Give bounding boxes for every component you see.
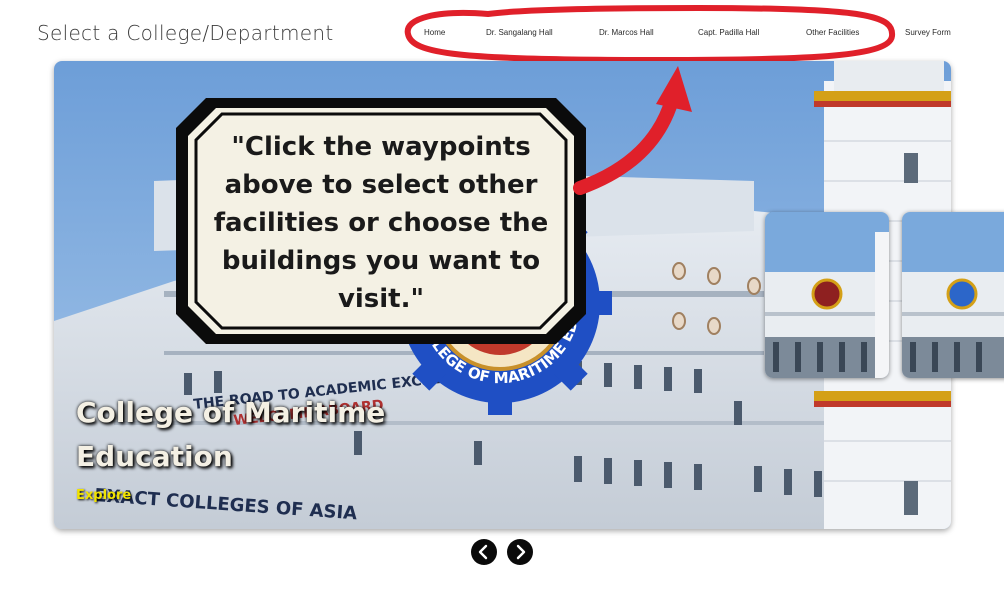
callout-arrow-icon (573, 66, 692, 195)
callout-text: "Click the waypoints above to select oth… (213, 132, 549, 314)
chevron-right-icon (516, 544, 526, 560)
thumbnail-1[interactable] (765, 212, 889, 378)
explore-link[interactable]: Explore (76, 488, 131, 503)
college-seal-icon (946, 278, 978, 310)
nav-home[interactable]: Home (424, 28, 445, 37)
building-thumb-photo (902, 212, 1004, 378)
slide-title: College of Maritime Education (76, 396, 386, 473)
page-title: Select a College/Department (37, 21, 334, 45)
chevron-left-icon (478, 544, 488, 560)
nav-sangalang-hall[interactable]: Dr. Sangalang Hall (486, 28, 553, 37)
next-slide-button[interactable] (507, 539, 533, 565)
building-thumb-photo (765, 212, 889, 378)
nav-other-facilities[interactable]: Other Facilities (806, 28, 859, 37)
nav-padilla-hall[interactable]: Capt. Padilla Hall (698, 28, 759, 37)
nav-survey-form[interactable]: Survey Form (905, 28, 951, 37)
prev-slide-button[interactable] (471, 539, 497, 565)
college-seal-icon (811, 278, 843, 310)
thumbnail-2[interactable] (902, 212, 1004, 378)
nav-marcos-hall[interactable]: Dr. Marcos Hall (599, 28, 654, 37)
